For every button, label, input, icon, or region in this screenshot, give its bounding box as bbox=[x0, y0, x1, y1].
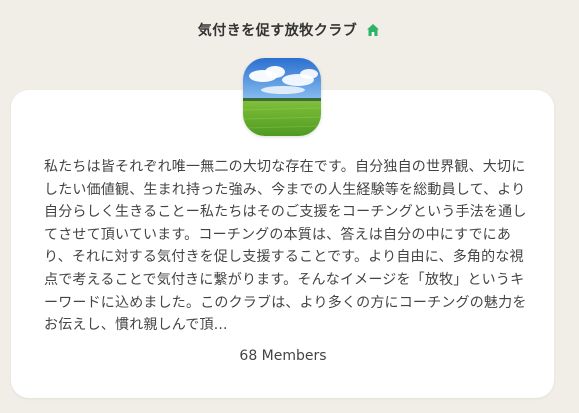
club-avatar bbox=[243, 58, 321, 136]
club-header: 気付きを促す放牧クラブ bbox=[0, 18, 579, 42]
green-meadow-landscape-icon bbox=[243, 58, 321, 136]
member-count: 68 Members bbox=[239, 348, 327, 364]
club-title: 気付きを促す放牧クラブ bbox=[197, 23, 358, 39]
home-icon[interactable] bbox=[365, 22, 381, 38]
club-description: 私たちは皆それぞれ唯一無二の大切な存在です。自分独自の世界観、大切にしたい価値観… bbox=[44, 159, 527, 334]
